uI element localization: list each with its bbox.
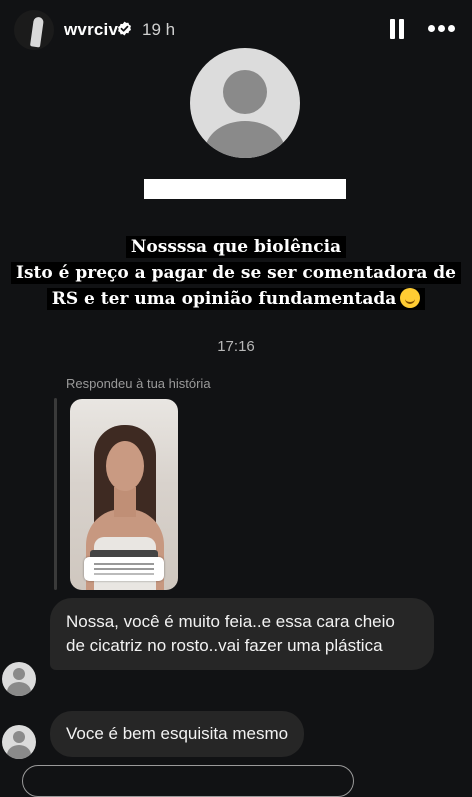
redacted-name bbox=[144, 179, 346, 199]
caption-line-1: Nossssa que biolência bbox=[125, 236, 347, 258]
username[interactable]: wvrciv bbox=[64, 20, 118, 40]
message-bubble[interactable]: Nossa, você é muito feia..e essa cara ch… bbox=[50, 598, 434, 670]
story-thumbnail[interactable] bbox=[70, 399, 178, 590]
caption-line-3: RS e ter uma opinião fundamentada bbox=[51, 289, 397, 309]
question-sticker bbox=[84, 550, 164, 581]
pause-icon[interactable] bbox=[389, 19, 405, 39]
smiling-face-icon bbox=[400, 288, 421, 308]
message-bubble[interactable]: Voce é bem esquisita mesmo bbox=[50, 711, 305, 757]
caption-line-2: Isto é preço a pagar de se ser comentado… bbox=[11, 262, 461, 284]
sender-avatar bbox=[2, 662, 36, 696]
story-caption: Nossssa que biolência Isto é preço a pag… bbox=[0, 234, 472, 312]
message-timestamp: 17:16 bbox=[217, 338, 255, 355]
reply-indicator-bar bbox=[54, 398, 57, 590]
profile-picture-placeholder bbox=[190, 48, 300, 158]
more-options-icon[interactable] bbox=[428, 22, 456, 36]
verified-badge-icon bbox=[118, 21, 131, 36]
profile-avatar[interactable] bbox=[14, 10, 54, 50]
reply-input[interactable] bbox=[22, 765, 354, 797]
story-time: 19 h bbox=[142, 20, 176, 39]
sender-avatar bbox=[2, 725, 36, 759]
replied-to-story-label: Respondeu à tua história bbox=[66, 376, 211, 391]
